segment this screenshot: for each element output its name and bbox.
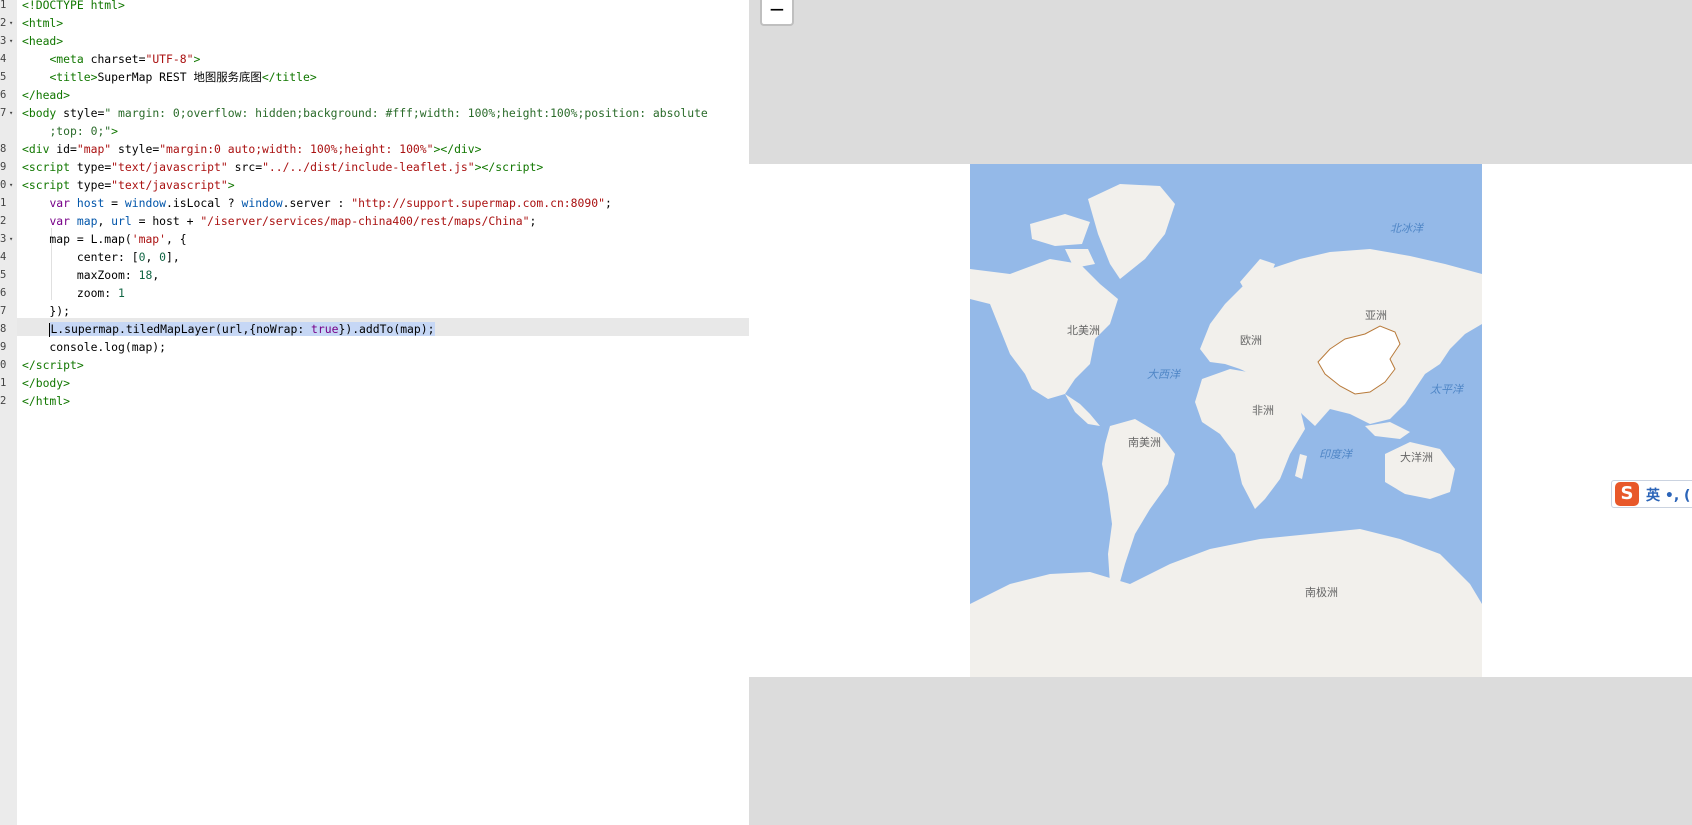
label-africa: 非洲: [1252, 404, 1274, 417]
line-number: 1: [0, 377, 7, 389]
code-line[interactable]: ;top: 0;">: [0, 122, 749, 140]
label-arctic: 北冰洋: [1390, 222, 1425, 235]
label-europe: 欧洲: [1240, 334, 1262, 347]
code-text[interactable]: <div id="map" style="margin:0 auto;width…: [22, 140, 482, 158]
map-container[interactable]: 北美洲 南美洲 欧洲 亚洲 非洲 大洋洲 南极洲 大西洋 太平洋 印度洋 北冰洋: [749, 164, 1692, 677]
line-number: 0: [0, 359, 7, 371]
code-line[interactable]: 4 center: [0, 0],: [0, 248, 749, 266]
line-number: 6: [0, 89, 7, 101]
code-line[interactable]: 1 <!DOCTYPE html>: [0, 0, 749, 14]
code-text[interactable]: <html>: [22, 14, 63, 32]
code-line[interactable]: 2 var map, url = host + "/iserver/servic…: [0, 212, 749, 230]
line-number: 1: [0, 197, 7, 209]
line-number: 6: [0, 287, 7, 299]
line-number: 1: [0, 0, 7, 11]
code-line[interactable]: 9 <script type="text/javascript" src="../…: [0, 158, 749, 176]
code-line[interactable]: 6 </head>: [0, 86, 749, 104]
code-text[interactable]: console.log(map);: [22, 338, 166, 356]
code-line[interactable]: 3 ▾ map = L.map('map', {: [0, 230, 749, 248]
line-number: 2: [0, 215, 7, 227]
label-south-america: 南美洲: [1128, 436, 1161, 449]
zoom-out-button[interactable]: −: [760, 0, 794, 26]
code-line[interactable]: 8 <div id="map" style="margin:0 auto;widt…: [0, 140, 749, 158]
code-line[interactable]: 8 L.supermap.tiledMapLayer(url,{noWrap: …: [0, 320, 749, 338]
fold-toggle-icon[interactable]: ▾: [9, 176, 13, 194]
code-text[interactable]: L.supermap.tiledMapLayer(url,{noWrap: tr…: [22, 320, 435, 338]
label-pacific: 太平洋: [1430, 383, 1465, 396]
code-line[interactable]: 0 </script>: [0, 356, 749, 374]
label-antarctica: 南极洲: [1305, 585, 1338, 599]
code-text[interactable]: </script>: [22, 356, 84, 374]
code-line[interactable]: 4 <meta charset="UTF-8">: [0, 50, 749, 68]
code-text[interactable]: <!DOCTYPE html>: [22, 0, 125, 14]
line-number: 4: [0, 53, 7, 65]
line-number: 4: [0, 251, 7, 263]
code-text[interactable]: <meta charset="UTF-8">: [22, 50, 200, 68]
code-line[interactable]: 1 </body>: [0, 374, 749, 392]
code-text[interactable]: </html>: [22, 392, 70, 410]
line-number: 9: [0, 161, 7, 173]
code-line[interactable]: 3 ▾ <head>: [0, 32, 749, 50]
code-text[interactable]: });: [22, 302, 70, 320]
label-north-america: 北美洲: [1067, 324, 1100, 337]
code-line[interactable]: 2 ▾ <html>: [0, 14, 749, 32]
label-atlantic: 大西洋: [1147, 368, 1182, 381]
code-text[interactable]: </body>: [22, 374, 70, 392]
line-number: 8: [0, 143, 7, 155]
code-text[interactable]: <body style=" margin: 0;overflow: hidden…: [22, 104, 708, 122]
fold-toggle-icon[interactable]: ▾: [9, 104, 13, 122]
code-text[interactable]: center: [0, 0],: [22, 248, 180, 266]
code-text[interactable]: <script type="text/javascript" src="../.…: [22, 158, 543, 176]
fold-toggle-icon[interactable]: ▾: [9, 230, 13, 248]
code-text[interactable]: maxZoom: 18,: [22, 266, 159, 284]
label-asia: 亚洲: [1365, 309, 1387, 322]
code-editor[interactable]: 1 <!DOCTYPE html> 2 ▾ <html> 3 ▾ <head> 4 <meta …: [0, 0, 749, 825]
code-line[interactable]: 5 <title>SuperMap REST 地图服务底图</title>: [0, 68, 749, 86]
code-text[interactable]: map = L.map('map', {: [22, 230, 186, 248]
code-line[interactable]: 7 });: [0, 302, 749, 320]
line-number: 7: [0, 305, 7, 317]
code-text[interactable]: <script type="text/javascript">: [22, 176, 235, 194]
code-line[interactable]: 0 ▾ <script type="text/javascript">: [0, 176, 749, 194]
code-line[interactable]: 5 maxZoom: 18,: [0, 266, 749, 284]
fold-toggle-icon[interactable]: ▾: [9, 14, 13, 32]
line-number: 8: [0, 323, 7, 335]
code-text[interactable]: zoom: 1: [22, 284, 125, 302]
label-oceania: 大洋洲: [1400, 450, 1433, 464]
map-preview[interactable]: 北美洲 南美洲 欧洲 亚洲 非洲 大洋洲 南极洲 大西洋 太平洋 印度洋 北冰洋…: [749, 0, 1692, 825]
line-number: 2: [0, 395, 7, 407]
line-number: 5: [0, 71, 7, 83]
code-text[interactable]: var map, url = host + "/iserver/services…: [22, 212, 536, 230]
line-number: 5: [0, 269, 7, 281]
code-text[interactable]: </head>: [22, 86, 70, 104]
fold-toggle-icon[interactable]: ▾: [9, 32, 13, 50]
ime-mode-indicator[interactable]: 英 •, (: [1646, 485, 1690, 505]
code-text[interactable]: <title>SuperMap REST 地图服务底图</title>: [22, 68, 316, 86]
world-map-tile[interactable]: 北美洲 南美洲 欧洲 亚洲 非洲 大洋洲 南极洲 大西洋 太平洋 印度洋 北冰洋: [970, 164, 1482, 677]
ime-toolbar[interactable]: S 英 •, (: [1611, 480, 1692, 508]
code-line[interactable]: 7 ▾ <body style=" margin: 0;overflow: hidd…: [0, 104, 749, 122]
code-text[interactable]: <head>: [22, 32, 63, 50]
code-text[interactable]: ;top: 0;">: [22, 122, 118, 140]
code-line[interactable]: 6 zoom: 1: [0, 284, 749, 302]
code-line[interactable]: 2 </html>: [0, 392, 749, 410]
code-text[interactable]: var host = window.isLocal ? window.serve…: [22, 194, 611, 212]
label-indian-ocean: 印度洋: [1319, 448, 1354, 461]
code-line[interactable]: 9 console.log(map);: [0, 338, 749, 356]
sogou-ime-icon[interactable]: S: [1615, 482, 1639, 506]
line-number: 9: [0, 341, 7, 353]
code-line[interactable]: 1 var host = window.isLocal ? window.ser…: [0, 194, 749, 212]
